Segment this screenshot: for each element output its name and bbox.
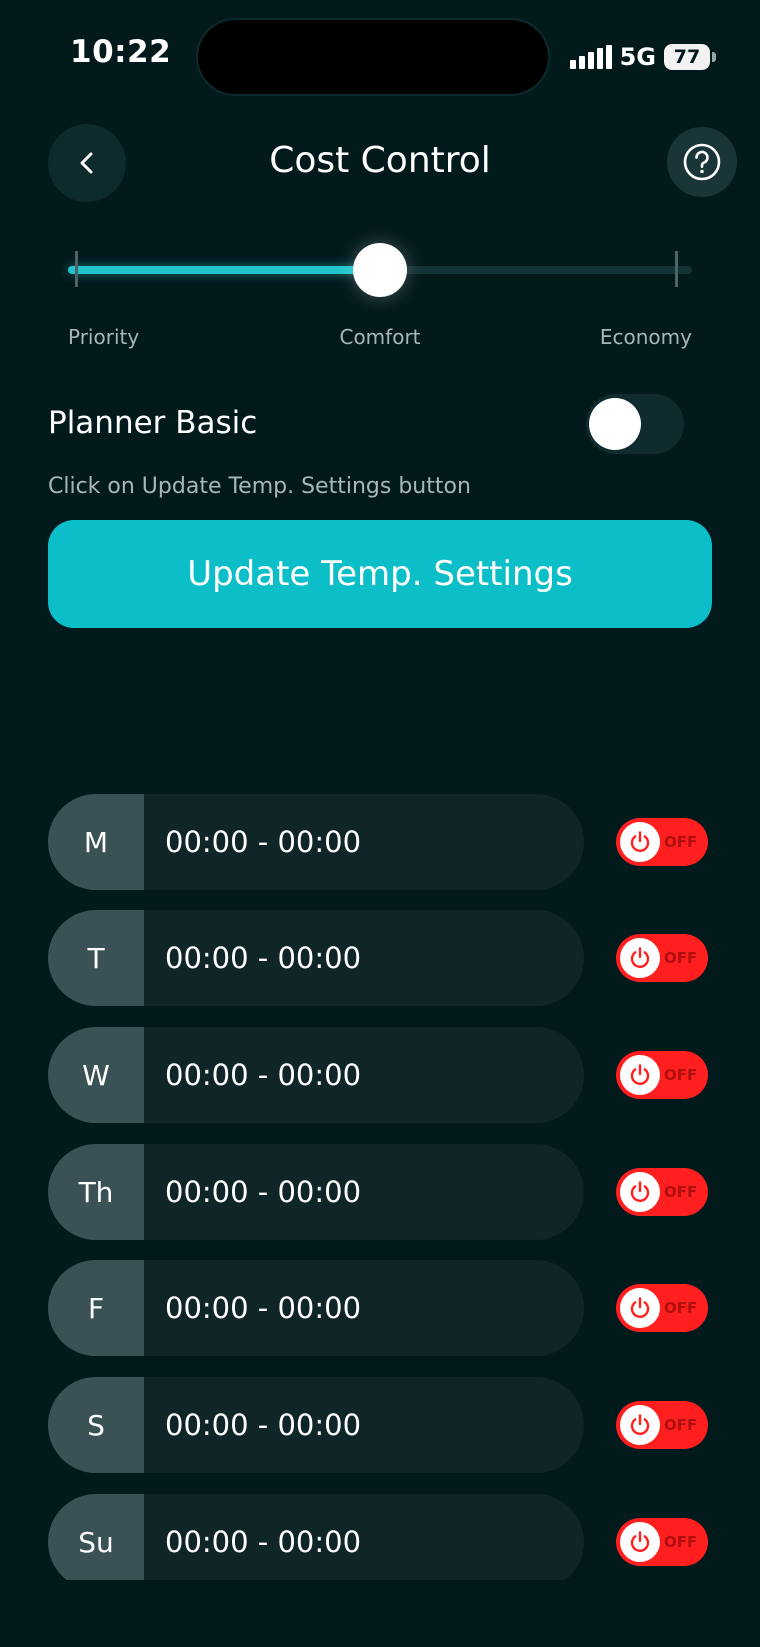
- schedule-row-wednesday: W 00:00 - 00:00 OFF: [48, 1027, 718, 1123]
- slider-fill: [68, 266, 380, 274]
- battery-icon: 77: [664, 44, 716, 70]
- power-icon: [630, 1181, 650, 1202]
- time-range: 00:00 - 00:00: [165, 1058, 362, 1092]
- power-toggle[interactable]: OFF: [616, 934, 708, 982]
- slider-label-priority[interactable]: Priority: [68, 325, 139, 349]
- update-temp-settings-button[interactable]: Update Temp. Settings: [48, 520, 712, 628]
- planner-toggle-knob: [589, 398, 641, 450]
- power-knob: [620, 938, 660, 978]
- schedule-time-pill[interactable]: M 00:00 - 00:00: [48, 794, 584, 890]
- power-toggle[interactable]: OFF: [616, 1051, 708, 1099]
- power-knob: [620, 1405, 660, 1445]
- power-icon: [630, 947, 650, 968]
- status-indicators: 5G 77: [569, 40, 716, 74]
- schedule-time-pill[interactable]: F 00:00 - 00:00: [48, 1260, 584, 1356]
- schedule-time-pill[interactable]: T 00:00 - 00:00: [48, 910, 584, 1006]
- schedule-time-pill[interactable]: Th 00:00 - 00:00: [48, 1144, 584, 1240]
- power-toggle[interactable]: OFF: [616, 1284, 708, 1332]
- planner-hint: Click on Update Temp. Settings button: [48, 474, 471, 499]
- time-range: 00:00 - 00:00: [165, 1408, 362, 1442]
- schedule-row-thursday: Th 00:00 - 00:00 OFF: [48, 1144, 718, 1240]
- slider-label-comfort[interactable]: Comfort: [339, 325, 420, 349]
- network-type: 5G: [619, 43, 656, 71]
- day-label: W: [48, 1027, 144, 1123]
- weekly-schedule: M 00:00 - 00:00 OFF T 00:00 - 00:00 OFF …: [48, 794, 718, 1580]
- mode-slider[interactable]: [68, 240, 692, 300]
- power-knob: [620, 1522, 660, 1562]
- status-time: 10:22: [70, 34, 172, 70]
- power-toggle[interactable]: OFF: [616, 818, 708, 866]
- schedule-time-pill[interactable]: S 00:00 - 00:00: [48, 1377, 584, 1473]
- day-label: S: [48, 1377, 144, 1473]
- slider-thumb[interactable]: [353, 243, 407, 297]
- page-title: Cost Control: [269, 140, 491, 181]
- schedule-row-monday: M 00:00 - 00:00 OFF: [48, 794, 718, 890]
- power-state: OFF: [664, 1066, 698, 1084]
- schedule-row-tuesday: T 00:00 - 00:00 OFF: [48, 910, 718, 1006]
- time-range: 00:00 - 00:00: [165, 941, 362, 975]
- time-range: 00:00 - 00:00: [165, 1291, 362, 1325]
- power-state: OFF: [664, 1299, 698, 1317]
- power-knob: [620, 822, 660, 862]
- schedule-time-pill[interactable]: Su 00:00 - 00:00: [48, 1494, 584, 1580]
- day-label: M: [48, 794, 144, 890]
- power-icon: [630, 831, 650, 852]
- schedule-time-pill[interactable]: W 00:00 - 00:00: [48, 1027, 584, 1123]
- help-button[interactable]: [667, 127, 737, 197]
- power-knob: [620, 1172, 660, 1212]
- power-icon: [630, 1064, 650, 1085]
- power-state: OFF: [664, 949, 698, 967]
- schedule-row-friday: F 00:00 - 00:00 OFF: [48, 1260, 718, 1356]
- slider-label-economy[interactable]: Economy: [600, 325, 692, 349]
- day-label: F: [48, 1260, 144, 1356]
- power-toggle[interactable]: OFF: [616, 1518, 708, 1566]
- slider-tick-end: [675, 251, 678, 287]
- status-bar: 10:22 5G 77: [0, 0, 760, 110]
- planner-toggle[interactable]: [586, 394, 684, 454]
- battery-level: 77: [673, 46, 701, 68]
- power-state: OFF: [664, 1183, 698, 1201]
- power-toggle[interactable]: OFF: [616, 1168, 708, 1216]
- power-icon: [630, 1297, 650, 1318]
- power-icon: [630, 1531, 650, 1552]
- time-range: 00:00 - 00:00: [165, 1175, 362, 1209]
- power-knob: [620, 1288, 660, 1328]
- question-circle-icon: [683, 143, 721, 181]
- power-state: OFF: [664, 1533, 698, 1551]
- cellular-signal-icon: [569, 45, 612, 69]
- planner-label: Planner Basic: [48, 405, 258, 441]
- slider-labels: Priority Comfort Economy: [68, 325, 692, 355]
- schedule-row-sunday: Su 00:00 - 00:00 OFF: [48, 1494, 718, 1580]
- power-state: OFF: [664, 1416, 698, 1434]
- power-toggle[interactable]: OFF: [616, 1401, 708, 1449]
- power-knob: [620, 1055, 660, 1095]
- day-label: Th: [48, 1144, 144, 1240]
- slider-tick-start: [75, 251, 78, 287]
- time-range: 00:00 - 00:00: [165, 1525, 362, 1559]
- dynamic-island: [198, 20, 548, 94]
- schedule-row-saturday: S 00:00 - 00:00 OFF: [48, 1377, 718, 1473]
- power-state: OFF: [664, 833, 698, 851]
- day-label: T: [48, 910, 144, 1006]
- time-range: 00:00 - 00:00: [165, 825, 362, 859]
- power-icon: [630, 1414, 650, 1435]
- day-label: Su: [48, 1494, 144, 1580]
